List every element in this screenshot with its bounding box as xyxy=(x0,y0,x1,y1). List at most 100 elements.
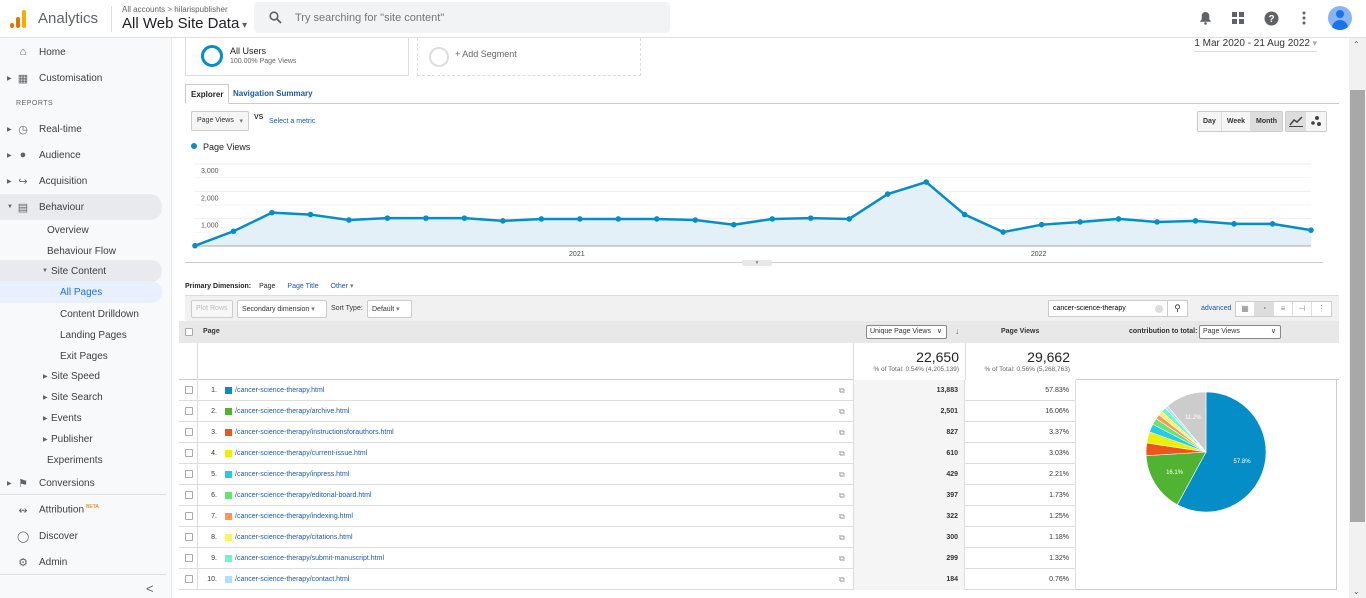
search-input[interactable] xyxy=(295,11,595,24)
open-external-icon[interactable]: ⧉ xyxy=(839,533,845,543)
data-point xyxy=(192,242,198,249)
sidebar-item-behaviour[interactable]: ▼ ▤ Behaviour xyxy=(0,194,162,220)
advanced-filter-link[interactable]: advanced xyxy=(1201,305,1231,312)
scroll-up-icon[interactable]: ⌃ xyxy=(1353,40,1360,49)
row-checkbox[interactable] xyxy=(185,512,193,520)
sidebar-item-customisation[interactable]: ▶ ▦ Customisation xyxy=(0,66,166,90)
row-checkbox[interactable] xyxy=(185,428,193,436)
tab-navigation-summary[interactable]: Navigation Summary xyxy=(228,84,318,104)
more-vert-icon[interactable] xyxy=(1295,9,1313,27)
row-checkbox[interactable] xyxy=(185,407,193,415)
account-breadcrumb: All accounts > hilarispublisher xyxy=(122,5,228,14)
row-checkbox[interactable] xyxy=(185,491,193,499)
sidebar-item-attribution[interactable]: ↭ Attribution BETA xyxy=(0,498,166,522)
open-external-icon[interactable]: ⧉ xyxy=(839,449,845,459)
clear-filter-icon[interactable] xyxy=(1155,304,1163,313)
line-chart-icon[interactable] xyxy=(1286,112,1306,131)
sort-metric-select[interactable]: Unique Page Views xyxy=(866,325,947,339)
sidebar-item-realtime[interactable]: ▶ ◷ Real-time xyxy=(0,117,166,141)
open-external-icon[interactable]: ⧉ xyxy=(839,386,845,396)
row-checkbox[interactable] xyxy=(185,575,193,583)
top-bar: Analytics All accounts > hilarispublishe… xyxy=(0,0,1366,38)
table-filter-input[interactable] xyxy=(1053,305,1153,312)
acquisition-icon: ↪ xyxy=(18,175,28,188)
open-external-icon[interactable]: ⧉ xyxy=(839,512,845,522)
page-link[interactable]: /cancer-science-therapy/current-issue.ht… xyxy=(235,450,367,457)
open-external-icon[interactable]: ⧉ xyxy=(839,554,845,564)
open-external-icon[interactable]: ⧉ xyxy=(839,407,845,417)
column-header-page[interactable]: Page xyxy=(203,328,220,335)
scroll-down-icon[interactable]: ⌄ xyxy=(1353,587,1360,596)
select-metric-link[interactable]: Select a metric xyxy=(269,118,315,125)
plot-rows-button[interactable]: Plot Rows xyxy=(191,300,233,318)
percentage-pie-icon[interactable]: ◔ xyxy=(1255,302,1274,316)
search-bar[interactable] xyxy=(254,2,670,33)
sidebar-item-conversions[interactable]: ▶ ⚑ Conversions xyxy=(0,471,166,495)
account-avatar[interactable] xyxy=(1328,6,1352,30)
unique-page-views-value: 13,883 xyxy=(853,380,965,401)
data-point xyxy=(1038,221,1045,228)
month-button[interactable]: Month xyxy=(1251,112,1283,131)
page-link[interactable]: /cancer-science-therapy/indexing.html xyxy=(235,513,353,520)
analytics-logo[interactable] xyxy=(10,9,26,28)
unique-page-views-value: 397 xyxy=(853,485,965,506)
page-link[interactable]: /cancer-science-therapy/instructionsfora… xyxy=(235,429,394,436)
day-button[interactable]: Day xyxy=(1198,112,1222,131)
sidebar-item-label: Attribution BETA xyxy=(39,504,99,515)
column-header-page-views[interactable]: Page Views xyxy=(1001,328,1039,335)
chart-collapse-handle[interactable]: ▼ xyxy=(742,260,772,266)
row-checkbox[interactable] xyxy=(185,386,193,394)
sidebar-item-experiments[interactable]: Experiments xyxy=(0,448,166,472)
motion-chart-icon[interactable] xyxy=(1306,112,1326,131)
account-selector[interactable]: All accounts > hilarispublisher All Web … xyxy=(122,5,247,32)
primary-dimension-page-title[interactable]: Page Title xyxy=(287,283,318,290)
contribution-metric-select[interactable]: Page Views xyxy=(1199,325,1281,339)
sidebar-item-discover[interactable]: ◯ Discover xyxy=(0,524,166,548)
page-link[interactable]: /cancer-science-therapy/citations.html xyxy=(235,534,353,541)
sidebar-item-site-content[interactable]: ▼ Site Content xyxy=(0,260,162,282)
sidebar-item-all-pages[interactable]: All Pages xyxy=(0,281,162,303)
performance-bar-icon[interactable]: ≡ xyxy=(1274,302,1293,316)
open-external-icon[interactable]: ⧉ xyxy=(839,491,845,501)
tab-explorer[interactable]: Explorer xyxy=(185,84,230,104)
open-external-icon[interactable]: ⧉ xyxy=(839,575,845,585)
chart-legend: Page Views xyxy=(191,142,250,152)
row-checkbox[interactable] xyxy=(185,470,193,478)
page-link[interactable]: /cancer-science-therapy/archive.html xyxy=(235,408,349,415)
page-link[interactable]: /cancer-science-therapy.html xyxy=(235,387,324,394)
help-icon[interactable]: ? xyxy=(1262,9,1280,27)
metric-select[interactable]: Page Views xyxy=(191,111,249,131)
scrollbar-thumb[interactable] xyxy=(1350,90,1365,522)
secondary-dimension-select[interactable]: Secondary dimension xyxy=(237,300,327,318)
page-link[interactable]: /cancer-science-therapy/inpress.html xyxy=(235,471,349,478)
segment-all-users[interactable]: All Users 100.00% Page Views xyxy=(185,38,409,76)
page-link[interactable]: /cancer-science-therapy/editorial-board.… xyxy=(235,492,372,499)
week-button[interactable]: Week xyxy=(1222,112,1252,131)
data-point xyxy=(615,216,622,222)
comparison-icon[interactable]: ⊣ xyxy=(1293,302,1312,316)
row-checkbox[interactable] xyxy=(185,554,193,562)
collapse-sidebar-icon[interactable]: < xyxy=(146,581,154,596)
row-checkbox[interactable] xyxy=(185,533,193,541)
select-all-checkbox[interactable] xyxy=(185,328,193,336)
page-link[interactable]: /cancer-science-therapy/contact.html xyxy=(235,576,349,583)
bell-icon[interactable] xyxy=(1196,9,1214,27)
sort-desc-arrow-icon[interactable]: ↓ xyxy=(955,326,960,336)
sidebar-item-acquisition[interactable]: ▶ ↪ Acquisition xyxy=(0,169,166,193)
data-table-icon[interactable]: ▦ xyxy=(1236,302,1255,316)
add-segment-button[interactable]: + Add Segment xyxy=(417,38,641,76)
page-link[interactable]: /cancer-science-therapy/submit-manuscrip… xyxy=(235,555,384,562)
sidebar-item-audience[interactable]: ▶ ● Audience xyxy=(0,143,166,167)
apps-grid-icon[interactable] xyxy=(1229,9,1247,27)
primary-dimension-other[interactable]: Other xyxy=(331,283,354,290)
row-checkbox[interactable] xyxy=(185,449,193,457)
date-range-picker[interactable]: 1 Mar 2020 - 21 Aug 2022 xyxy=(1194,38,1317,52)
open-external-icon[interactable]: ⧉ xyxy=(839,470,845,480)
term-cloud-icon[interactable]: ⋮ xyxy=(1312,302,1331,316)
search-icon[interactable]: ⚲ xyxy=(1167,301,1187,316)
sidebar-item-admin[interactable]: ⚙ Admin xyxy=(0,550,166,574)
sort-type-select[interactable]: Default xyxy=(367,300,412,318)
sidebar-item-home[interactable]: ⌂ Home xyxy=(0,40,166,64)
page-scrollbar[interactable]: ⌃ ⌄ xyxy=(1349,38,1366,598)
open-external-icon[interactable]: ⧉ xyxy=(839,428,845,438)
